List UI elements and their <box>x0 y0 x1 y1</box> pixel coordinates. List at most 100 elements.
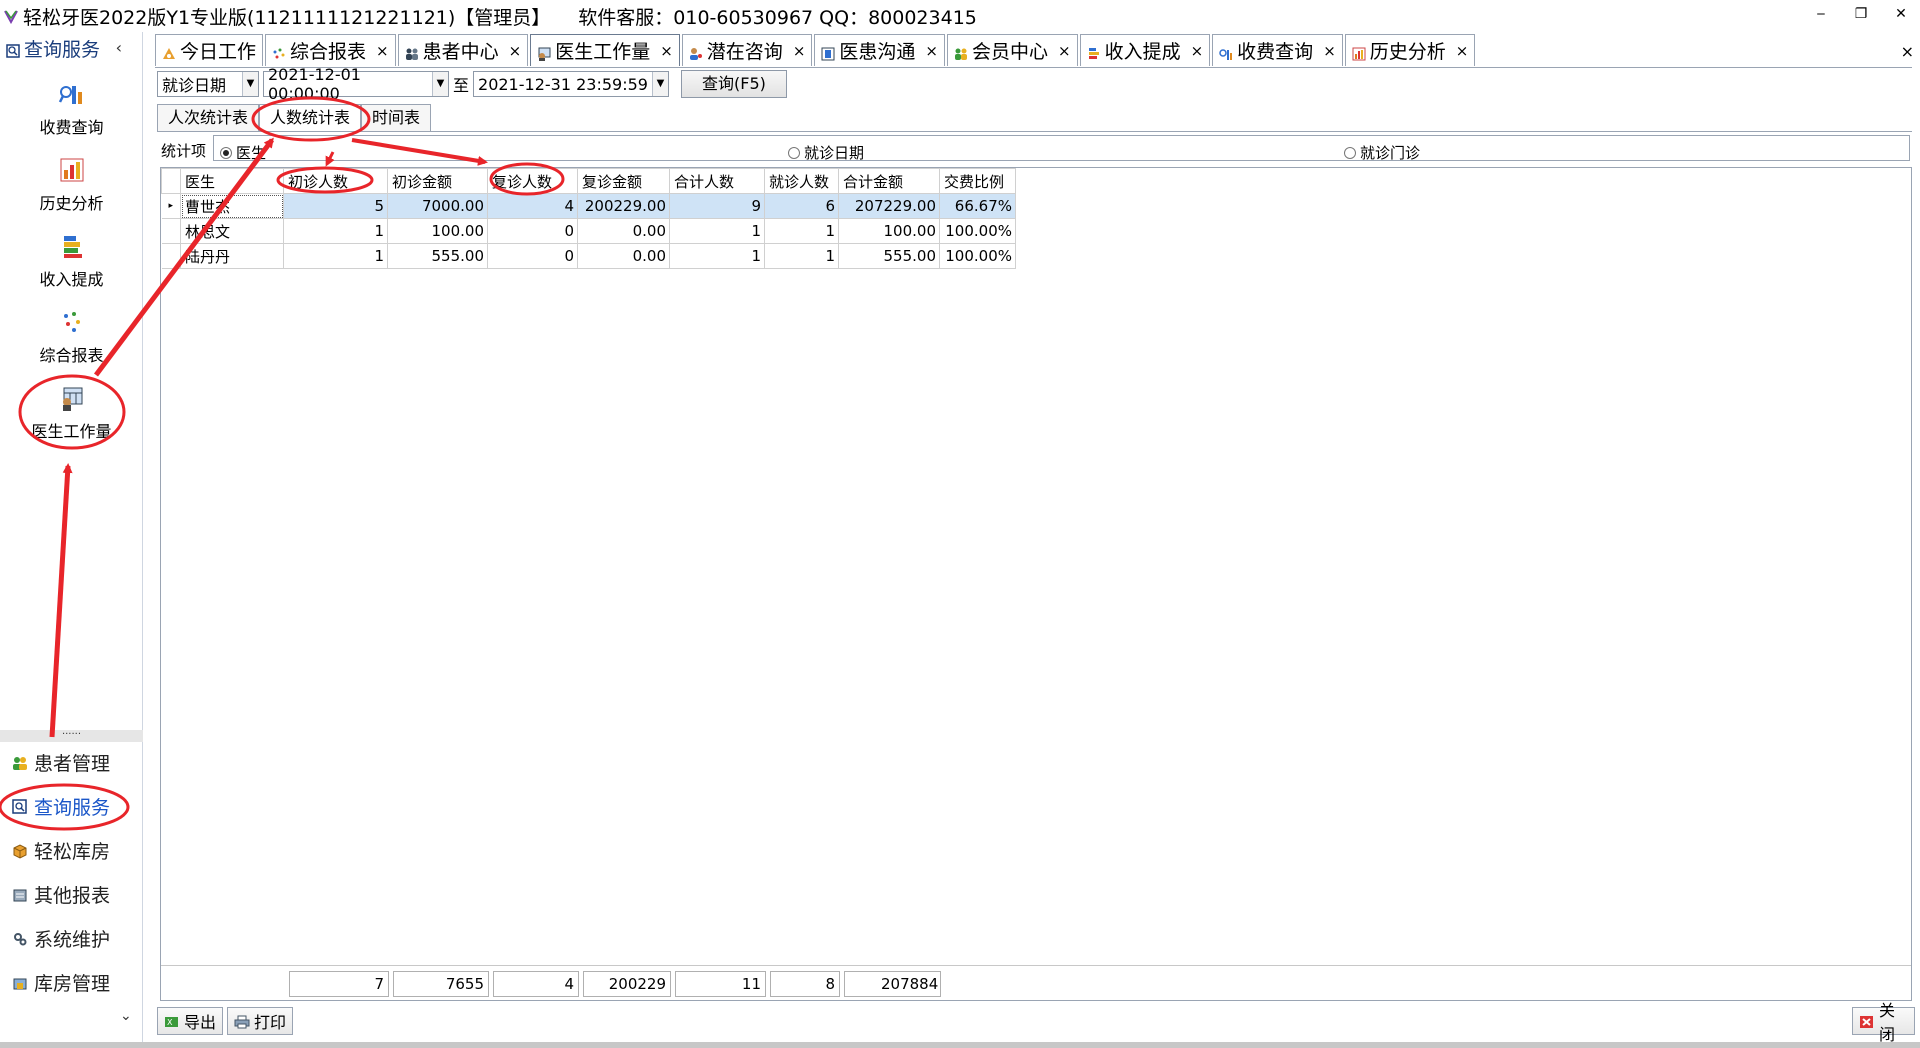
table-cell[interactable]: 555.00 <box>387 243 488 269</box>
column-header[interactable]: 医生 <box>180 168 284 194</box>
export-button[interactable]: X 导出 <box>157 1007 224 1035</box>
table-cell[interactable]: 1 <box>283 218 388 244</box>
table-cell[interactable]: 0 <box>487 218 578 244</box>
table-cell[interactable]: 4 <box>487 193 578 219</box>
restore-button[interactable]: ❐ <box>1852 4 1870 24</box>
table-cell[interactable]: 1 <box>764 218 839 244</box>
table-cell[interactable]: 207229.00 <box>838 193 940 219</box>
table-cell[interactable]: 1 <box>669 218 765 244</box>
sidebar-splitter[interactable]: ...... <box>0 727 143 742</box>
subtab-visit-count[interactable]: 人次统计表 <box>157 104 260 132</box>
table-cell[interactable]: 曹世杰 <box>180 193 284 219</box>
column-header[interactable]: 就诊人数 <box>764 168 839 194</box>
nav-other-reports[interactable]: 其他报表 <box>0 874 143 914</box>
table-row[interactable]: ▸ 曹世杰 5 7000.00 4 200229.00 9 6 207229.0… <box>161 193 1016 219</box>
table-cell[interactable]: 100.00% <box>939 243 1016 269</box>
tab-potential-consult[interactable]: 潜在咨询 × <box>681 34 813 66</box>
column-header[interactable]: 初诊人数 <box>283 168 388 194</box>
tab-today-work[interactable]: 今日工作 <box>155 34 264 66</box>
table-cell[interactable]: 0.00 <box>577 243 670 269</box>
query-button[interactable]: 查询(F5) <box>681 70 787 98</box>
tab-close-button[interactable]: × <box>1058 42 1071 60</box>
table-cell[interactable]: 陆丹丹 <box>180 243 284 269</box>
chevron-down-icon[interactable]: ▼ <box>242 72 258 96</box>
nav-label: 库房管理 <box>34 972 111 995</box>
tab-close-button[interactable]: × <box>1191 42 1204 60</box>
subtab-timetable[interactable]: 时间表 <box>361 104 432 132</box>
tab-close-button[interactable]: × <box>925 42 938 60</box>
tab-close-button[interactable]: × <box>1456 42 1469 60</box>
sidebar-item-report[interactable]: 综合报表 <box>0 308 143 366</box>
tab-close-button[interactable]: × <box>1323 42 1336 60</box>
table-cell[interactable]: 1 <box>669 243 765 269</box>
column-header[interactable]: 复诊人数 <box>487 168 578 194</box>
column-header[interactable]: 合计人数 <box>669 168 765 194</box>
table-cell[interactable]: 66.67% <box>939 193 1016 219</box>
table-cell[interactable]: 林思文 <box>180 218 284 244</box>
sidebar-item-history[interactable]: 历史分析 <box>0 156 143 214</box>
radio-visit-clinic[interactable]: 就诊门诊 <box>1344 142 1420 163</box>
stat-options: 统计项 医生 就诊日期 就诊门诊 <box>157 135 1912 163</box>
start-date-field[interactable]: 2021-12-01 00:00:00 ▼ <box>263 65 449 103</box>
table-cell[interactable]: 9 <box>669 193 765 219</box>
nav-easy-warehouse[interactable]: 轻松库房 <box>0 830 143 870</box>
printer-icon <box>234 1014 250 1029</box>
table-cell[interactable]: 555.00 <box>838 243 940 269</box>
subtab-patient-count[interactable]: 人数统计表 <box>259 104 362 132</box>
table-cell[interactable]: 0 <box>487 243 578 269</box>
sidebar-collapse-button[interactable]: ‹ <box>116 38 122 57</box>
tab-close-button[interactable]: × <box>793 42 806 60</box>
column-header[interactable]: 交费比例 <box>939 168 1016 194</box>
table-cell[interactable]: 5 <box>283 193 388 219</box>
sidebar-header: 查询服务 ‹ <box>0 32 142 64</box>
chevron-down-icon[interactable]: ▼ <box>432 72 448 96</box>
tab-member-center[interactable]: 会员中心 × <box>946 34 1078 66</box>
nav-warehouse-management[interactable]: 库房管理 <box>0 962 143 1002</box>
table-row[interactable]: 林思文 1 100.00 0 0.00 1 1 100.00 100.00% <box>161 218 1016 244</box>
table-cell[interactable]: 6 <box>764 193 839 219</box>
table-cell[interactable]: 0.00 <box>577 218 670 244</box>
table-cell[interactable]: 1 <box>283 243 388 269</box>
table-cell[interactable]: 1 <box>764 243 839 269</box>
column-header[interactable]: 初诊金额 <box>387 168 488 194</box>
chevron-down-icon[interactable]: ⌄ <box>120 1008 132 1024</box>
table-cell[interactable]: 100.00% <box>939 218 1016 244</box>
table-cell[interactable]: 100.00 <box>838 218 940 244</box>
sidebar-item-income[interactable]: 收入提成 <box>0 232 143 290</box>
close-all-tabs-button[interactable]: × <box>1901 42 1914 61</box>
print-button[interactable]: 打印 <box>227 1007 294 1035</box>
column-header[interactable]: 合计金额 <box>838 168 940 194</box>
nav-query-service[interactable]: 查询服务 <box>0 786 143 826</box>
subtab-divider <box>157 131 1912 132</box>
radio-visit-date[interactable]: 就诊日期 <box>788 142 864 163</box>
tab-patient-center[interactable]: 患者中心 × <box>397 34 529 66</box>
minimize-button[interactable]: ‒ <box>1812 4 1830 24</box>
tab-close-button[interactable]: × <box>509 42 522 60</box>
sidebar-item-fee-query[interactable]: 收费查询 <box>0 80 143 138</box>
table-cell[interactable]: 7000.00 <box>387 193 488 219</box>
radio-doctor[interactable]: 医生 <box>220 142 266 163</box>
nav-system-maintenance[interactable]: 系统维护 <box>0 918 143 958</box>
tab-history[interactable]: 历史分析 × <box>1344 34 1476 66</box>
tab-fee-query[interactable]: 收费查询 × <box>1212 34 1343 66</box>
date-type-select[interactable]: 就诊日期 ▼ <box>157 71 259 97</box>
table-cell[interactable]: 100.00 <box>387 218 488 244</box>
tab-doctor-workload[interactable]: 医生工作量 × <box>530 34 680 66</box>
stacked-bars-icon <box>58 232 86 260</box>
close-window-button[interactable]: ✕ <box>1892 4 1910 24</box>
tab-close-button[interactable]: × <box>660 42 673 60</box>
nav-patient-management[interactable]: 患者管理 <box>0 742 143 782</box>
gear-icon <box>12 930 28 946</box>
chevron-down-icon[interactable]: ▼ <box>652 72 669 96</box>
tab-report[interactable]: 综合报表 × <box>265 34 396 66</box>
tab-close-button[interactable]: × <box>376 42 389 60</box>
tab-income[interactable]: 收入提成 × <box>1079 34 1211 66</box>
close-button[interactable]: 关闭 <box>1852 1001 1915 1044</box>
end-date-field[interactable]: 2021-12-31 23:59:59 ▼ <box>473 71 670 97</box>
table-cell[interactable]: 200229.00 <box>577 193 670 219</box>
total-first-visit-amount: 7655 <box>393 971 489 997</box>
column-header[interactable]: 复诊金额 <box>577 168 670 194</box>
tab-doctor-patient-communication[interactable]: 医患沟通 × <box>814 34 945 66</box>
table-row[interactable]: 陆丹丹 1 555.00 0 0.00 1 1 555.00 100.00% <box>161 243 1016 269</box>
sidebar-item-doctor-workload[interactable]: 医生工作量 <box>0 384 143 442</box>
